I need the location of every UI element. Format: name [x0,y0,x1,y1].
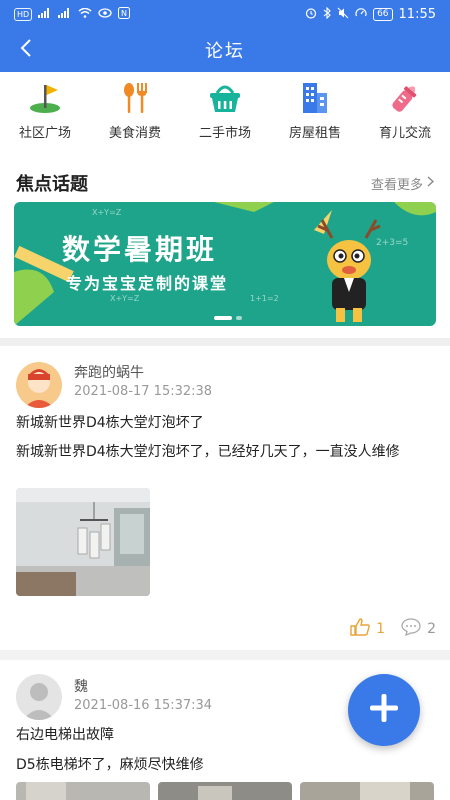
comment-count: 2 [427,621,436,637]
topic-banner[interactable]: X+Y=Z 2+3=5 X+Y=Z 1+1=2 数学暑期班 专为宝宝定制的课堂 [14,202,436,326]
category-housing[interactable]: 房屋租售 [270,72,360,148]
post-title: 新城新世界D4栋大堂灯泡坏了 [16,415,204,431]
post-card[interactable]: 奔跑的蜗牛 2021-08-17 15:32:38 新城新世界D4栋大堂灯泡坏了… [0,346,450,650]
wifi-icon [78,7,92,21]
svg-text:N: N [121,9,127,18]
like-count: 1 [376,621,386,637]
banner-formula: 2+3=5 [376,238,409,248]
category-food[interactable]: 美食消费 [90,72,180,148]
banner-formula: X+Y=Z [110,294,140,303]
post-body: 新城新世界D4栋大堂灯泡坏了，已经好几天了，一直没人维修 [16,444,400,460]
avatar[interactable] [16,362,62,408]
banner-subtitle: 专为宝宝定制的课堂 [66,274,229,293]
post-actions: 1 2 [350,618,436,640]
post-author: 魏 [74,679,88,695]
focus-topics-section: 焦点话题 查看更多 X+Y=Z 2+3=5 X+Y=Z 1+1=2 数学暑期班 … [0,148,450,338]
category-secondhand[interactable]: 二手市场 [180,72,270,148]
banner-formula: X+Y=Z [92,208,122,217]
status-right: 66 11:55 [305,6,436,22]
forum-screen: HD N 66 11:55 论坛 社区广场 美食消费 二手市场 房屋租售 育儿交… [0,0,450,800]
chevron-right-icon [427,175,435,191]
category-label: 美食消费 [108,126,161,141]
plus-icon [367,691,401,729]
chevron-left-icon [20,38,32,62]
section-title: 焦点话题 [16,174,88,195]
page-title: 论坛 [205,41,245,62]
post-photo[interactable] [16,782,150,800]
post-photo[interactable] [16,488,150,596]
category-nav: 社区广场 美食消费 二手市场 房屋租售 育儿交流 [0,72,450,148]
category-community-square[interactable]: 社区广场 [0,72,90,148]
comment-bubble-icon [401,618,421,640]
banner-title: 数学暑期班 [62,233,218,266]
carousel-dot [236,316,242,320]
category-label: 房屋租售 [288,126,341,141]
nav-header: 论坛 [0,28,450,72]
alarm-icon [305,7,317,22]
banner-formula: 1+1=2 [250,294,279,303]
signal-icon-2 [58,7,72,21]
comment-button[interactable]: 2 [401,618,436,640]
basket-icon [205,80,245,116]
thumbs-up-icon [350,618,370,640]
post-time: 2021-08-16 15:37:34 [74,698,213,713]
clock: 11:55 [398,6,436,22]
status-bar: HD N 66 11:55 [0,0,450,28]
golf-flag-icon [25,80,65,116]
post-photo[interactable] [158,782,292,800]
eye-icon [98,7,112,21]
building-icon [295,80,335,116]
add-post-button[interactable] [348,674,420,746]
focus-topics-header: 焦点话题 查看更多 [0,148,450,200]
see-more-label: 查看更多 [370,177,423,193]
battery-level: 66 [373,7,393,21]
see-more-link[interactable]: 查看更多 [370,174,435,193]
bluetooth-icon [323,6,331,22]
category-label: 二手市场 [198,126,251,141]
nfc-icon: N [118,6,131,22]
speed-icon [355,7,367,22]
post-title: 右边电梯出故障 [16,727,114,743]
back-button[interactable] [10,34,42,66]
fork-spoon-icon [115,80,155,116]
mute-icon [337,7,349,22]
post-time: 2021-08-17 15:32:38 [74,384,213,399]
post-photo[interactable] [300,782,434,800]
like-button[interactable]: 1 [350,618,385,640]
post-body: D5栋电梯坏了，麻烦尽快维修 [16,757,204,773]
carousel-indicator [214,316,242,320]
hd-badge: HD [14,7,33,21]
signal-icon [38,7,52,21]
category-label: 社区广场 [18,126,71,141]
avatar[interactable] [16,674,62,720]
carousel-dot-active [214,316,232,320]
status-left: HD N [14,6,131,22]
category-parenting[interactable]: 育儿交流 [360,72,450,148]
section-divider [0,338,450,346]
baby-bottle-icon [385,80,425,116]
post-author: 奔跑的蜗牛 [74,365,144,381]
category-label: 育儿交流 [378,126,431,141]
